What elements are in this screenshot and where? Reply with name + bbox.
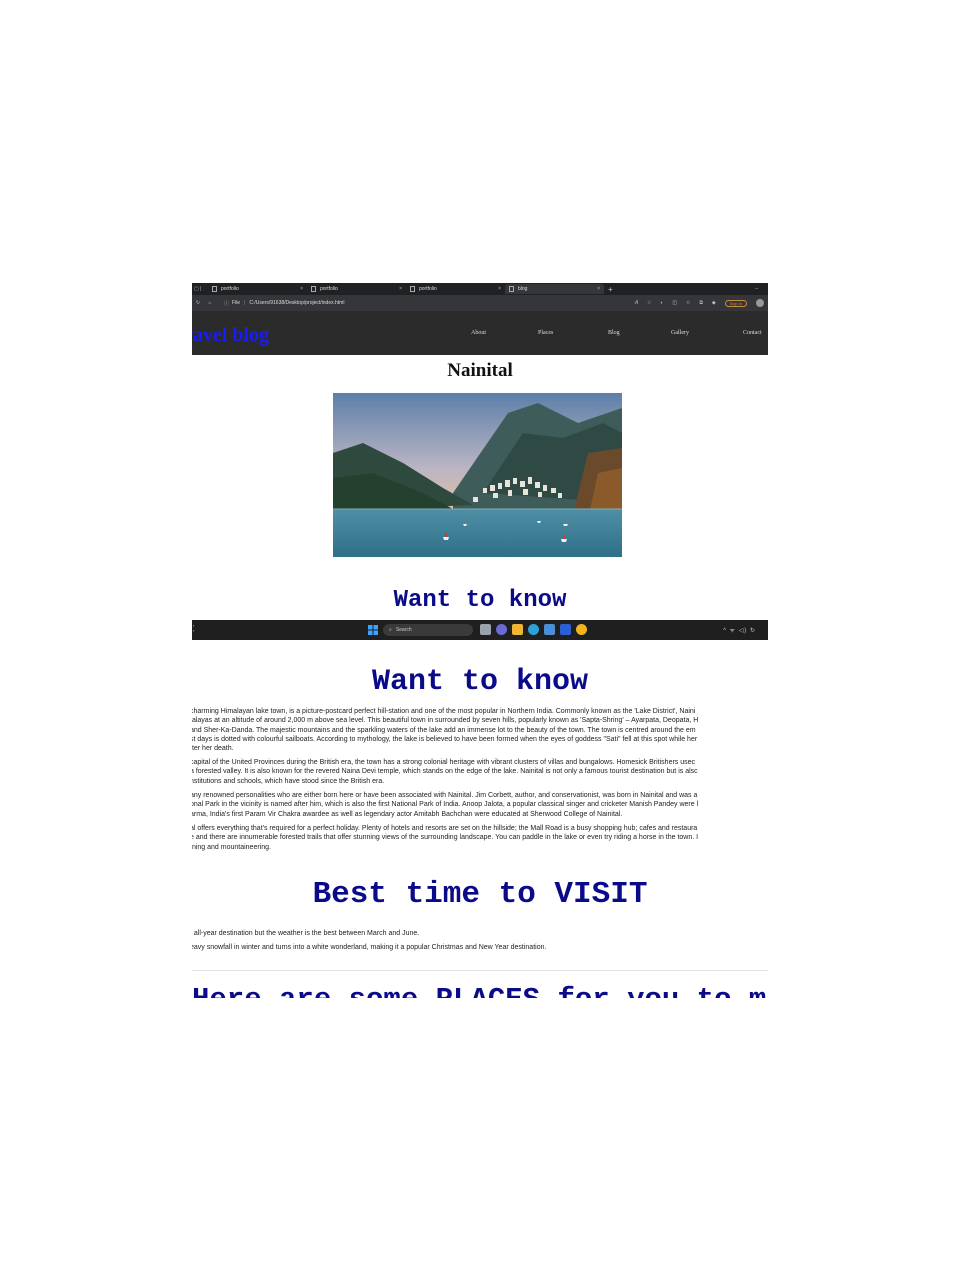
tab-close-icon[interactable]: × [597,286,600,292]
page-icon [509,286,514,292]
section-divider [192,970,768,971]
chrome-icon[interactable] [576,624,587,635]
tab-label: portfolio [320,286,338,292]
site-header: ravel blog About Places Blog Gallery Con… [192,311,768,355]
extensions-icon[interactable]: ◐ [660,300,663,306]
shield-icon[interactable]: ◆ [712,300,716,306]
tab-label: portfolio [419,286,437,292]
text-line: st days is dotted with colourful sailboa… [192,735,698,743]
text-line: nstitutions and schools, which have stoo… [192,777,385,785]
window-menu-icon[interactable]: ▢ | [192,286,208,292]
home-icon[interactable]: ⌂ [204,300,216,306]
tab-close-icon[interactable]: × [399,286,402,292]
section-heading-best-time: Best time to VISIT [312,877,648,912]
search-icon: ⌕ [389,627,392,633]
browser-screenshot: ▢ | portfolio × portfolio × portfolio × … [192,283,768,640]
tab-portfolio-3[interactable]: portfolio × [406,284,505,294]
page-icon [212,286,217,292]
text-line: any renowned personalities who are eithe… [192,792,698,799]
weather-widget[interactable]: ▪ ▪ [193,623,194,633]
address-bar-row: ↻ ⌂ ⓘ File | C:/Users/91638/Desktop/proj… [192,295,768,311]
vscode-icon[interactable] [560,624,571,635]
history-paragraph: capital of the United Provinces during t… [192,758,768,786]
text-line: ı all-year destination but the weather i… [192,930,420,937]
best-time-paragraph-2: eavy snowfall in winter and turns into a… [192,943,768,952]
best-time-paragraph-1: ı all-year destination but the weather i… [192,929,768,938]
chat-icon[interactable] [496,624,507,635]
tab-close-icon[interactable]: × [300,286,303,292]
nav-gallery[interactable]: Gallery [671,330,689,336]
text-line: ıning and mountaineering. [192,843,271,851]
text-line: e and there are innumerable forested tra… [192,834,699,842]
nav-blog[interactable]: Blog [608,330,620,336]
collections-icon[interactable]: ⧉ [699,300,703,306]
section-heading-want-to-know: Want to know [393,587,567,614]
new-tab-button[interactable]: + [604,285,613,294]
address-bar[interactable]: ⓘ File | C:/Users/91638/Desktop/project/… [224,300,344,307]
refresh-icon[interactable]: ↻ [192,300,204,306]
lake-landscape-illustration [333,393,622,557]
info-icon: ⓘ [224,300,230,307]
browser-toolbar: 𝐴 ☆ ◐ ◫ ✩ ⧉ ◆ Sign in [635,299,768,307]
tab-blog[interactable]: blog × [505,284,604,294]
read-aloud-icon[interactable]: 𝐴 [635,300,638,306]
minimize-button[interactable]: – [755,286,768,292]
nav-contact[interactable]: Contact [743,330,762,336]
section-heading-want-to-know: Want to know [371,665,589,699]
text-line: arma, India's first Param Vir Chakra awa… [192,810,623,818]
text-line: capital of the United Provinces during t… [192,759,696,766]
address-separator: | [244,300,246,306]
favorites-icon[interactable]: ✩ [686,300,690,306]
tab-close-icon[interactable]: × [498,286,501,292]
people-paragraph: any renowned personalities who are eithe… [192,791,768,819]
address-prefix: File [232,300,241,306]
nainital-lake-image [333,393,622,557]
windows-taskbar: ▪ ▪ ⌕ Search ^ ᯤ ◁) ↻ [192,620,768,640]
sign-in-button[interactable]: Sign in [724,299,747,307]
taskbar-apps [480,624,587,635]
text-line: al offers everything that's required for… [192,825,698,832]
holiday-paragraph: al offers everything that's required for… [192,824,768,852]
page-icon [410,286,415,292]
taskbar-search-placeholder: Search [395,627,412,633]
tab-strip: ▢ | portfolio × portfolio × portfolio × … [192,283,768,295]
text-line: charming Himalayan lake town, is a pictu… [192,708,696,715]
edge-browser-icon[interactable] [528,624,539,635]
favorite-star-icon[interactable]: ☆ [647,300,651,306]
tab-portfolio-2[interactable]: portfolio × [307,284,406,294]
tab-label: blog [518,286,528,292]
avatar-icon[interactable] [756,299,764,307]
windows-start-icon[interactable] [368,625,378,635]
store-icon[interactable] [544,624,555,635]
tab-label: portfolio [221,286,239,292]
text-line: a forested valley. It is also known for … [192,768,698,776]
system-tray[interactable]: ^ ᯤ ◁) ↻ [723,626,756,634]
page-title: Nainital [447,360,513,381]
nav-places[interactable]: Places [538,330,553,336]
split-screen-icon[interactable]: ◫ [672,300,677,306]
text-line: and Sher-Ka-Danda. The majestic mountain… [192,726,696,734]
text-line: ıalayas at an altitude of around 2,000 m… [192,717,699,725]
text-line: eavy snowfall in winter and turns into a… [192,944,547,951]
text-line: onal Park in the vicinity is named after… [192,801,699,809]
address-url: C:/Users/91638/Desktop/project/index.htm… [249,300,345,306]
tab-portfolio-1[interactable]: portfolio × [208,284,307,294]
taskbar-search[interactable]: ⌕ Search [383,624,473,636]
text-line: fter her death. [192,745,234,753]
section-heading-places: Here are some PLACES for you to must vis… [192,983,768,998]
page-icon [311,286,316,292]
nav-about[interactable]: About [471,330,486,336]
file-explorer-icon[interactable] [512,624,523,635]
intro-paragraph: charming Himalayan lake town, is a pictu… [192,707,768,753]
site-logo[interactable]: ravel blog [192,324,269,347]
content-screenshot: Want to know charming Himalayan lake tow… [192,640,768,998]
task-view-icon[interactable] [480,624,491,635]
